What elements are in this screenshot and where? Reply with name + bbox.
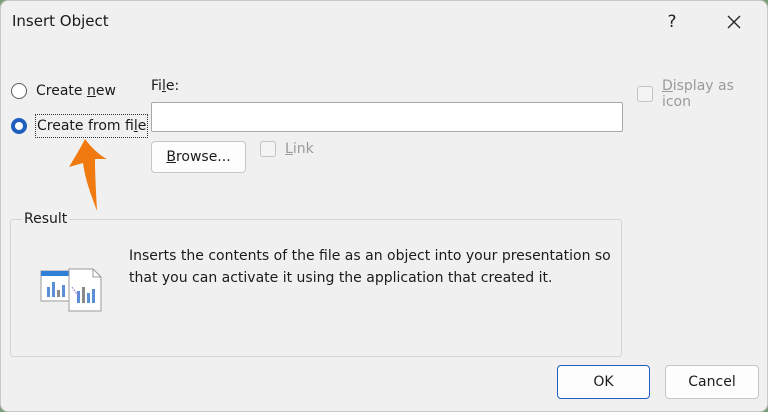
help-button[interactable]: ?	[649, 5, 695, 39]
display-as-icon-checkbox[interactable]	[637, 86, 653, 102]
result-description: Inserts the contents of the file as an o…	[129, 248, 611, 286]
close-button[interactable]	[711, 5, 757, 39]
radio-create-new[interactable]: Create new	[11, 83, 116, 99]
file-label: File:	[151, 78, 180, 94]
display-as-icon-label: Display as icon	[661, 78, 734, 110]
radio-button-checked[interactable]	[11, 118, 27, 134]
result-label: Result	[22, 211, 70, 227]
file-path-input[interactable]	[151, 102, 623, 132]
ok-button[interactable]: OK	[557, 365, 650, 399]
link-checkbox[interactable]	[260, 141, 276, 157]
close-icon	[727, 15, 741, 29]
cancel-button[interactable]: Cancel	[665, 365, 759, 399]
insert-object-dialog: Insert Object ? Create new Create from f…	[0, 0, 768, 412]
browse-button[interactable]: Browse...	[151, 141, 246, 173]
title-bar: Insert Object ?	[1, 1, 767, 43]
display-as-icon-row[interactable]: Display as icon	[637, 78, 767, 110]
radio-button-unchecked[interactable]	[11, 83, 27, 99]
annotation-arrow-icon	[69, 139, 107, 211]
embedded-object-icon	[40, 268, 102, 312]
link-label: Link	[285, 141, 314, 157]
create-new-label: Create new	[36, 83, 116, 99]
dialog-title: Insert Object	[12, 12, 109, 30]
link-checkbox-row[interactable]: Link	[260, 141, 314, 157]
